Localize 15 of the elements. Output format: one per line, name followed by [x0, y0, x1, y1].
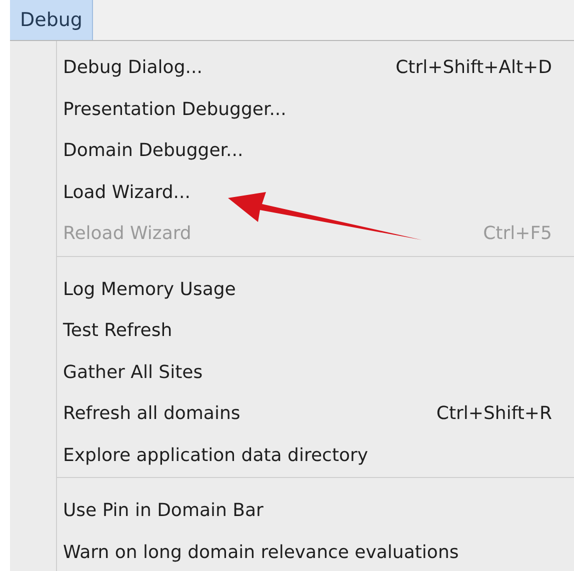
shortcut-label: Ctrl+Shift+Alt+D — [396, 56, 552, 80]
shortcut-label: Ctrl+F5 — [483, 222, 552, 246]
menu-item[interactable]: Use Pin in Domain Bar — [57, 490, 574, 532]
menu-item[interactable]: Log Memory Usage — [57, 268, 574, 310]
menu-item[interactable]: Test Refresh — [57, 310, 574, 352]
shortcut-label: Ctrl+Shift+R — [436, 402, 552, 426]
menu-item[interactable]: Load Wizard... — [57, 172, 574, 213]
menu-item[interactable]: Debug Dialog... Ctrl+Shift+Alt+D — [57, 47, 574, 88]
menu-title[interactable]: Debug — [10, 0, 94, 40]
menu-item[interactable]: Explore application data directory — [57, 434, 574, 476]
menu-item[interactable]: Refresh all domains Ctrl+Shift+R — [57, 393, 574, 434]
menu-item[interactable]: Gather All Sites — [57, 352, 574, 393]
menu-item[interactable]: Warn on long domain relevance evaluations — [57, 532, 574, 571]
menu-item[interactable]: Presentation Debugger... — [57, 88, 574, 130]
menu-item[interactable]: Domain Debugger... — [57, 130, 574, 172]
